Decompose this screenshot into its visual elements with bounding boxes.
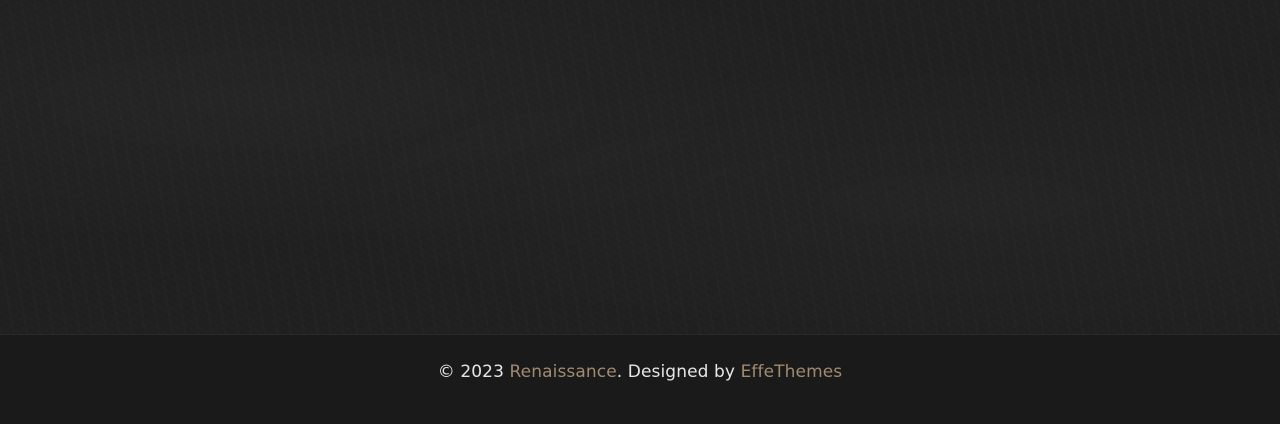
site-footer: © 2023 Renaissance. Designed by EffeThem… [0, 335, 1280, 424]
site-name-link[interactable]: Renaissance [510, 362, 617, 382]
leather-texture-background [0, 0, 1280, 335]
copyright-text: © 2023 Renaissance. Designed by EffeThem… [438, 362, 843, 382]
designer-link[interactable]: EffeThemes [741, 362, 843, 382]
designed-by-text: . Designed by [616, 361, 741, 382]
copyright-prefix: © 2023 [437, 361, 510, 382]
